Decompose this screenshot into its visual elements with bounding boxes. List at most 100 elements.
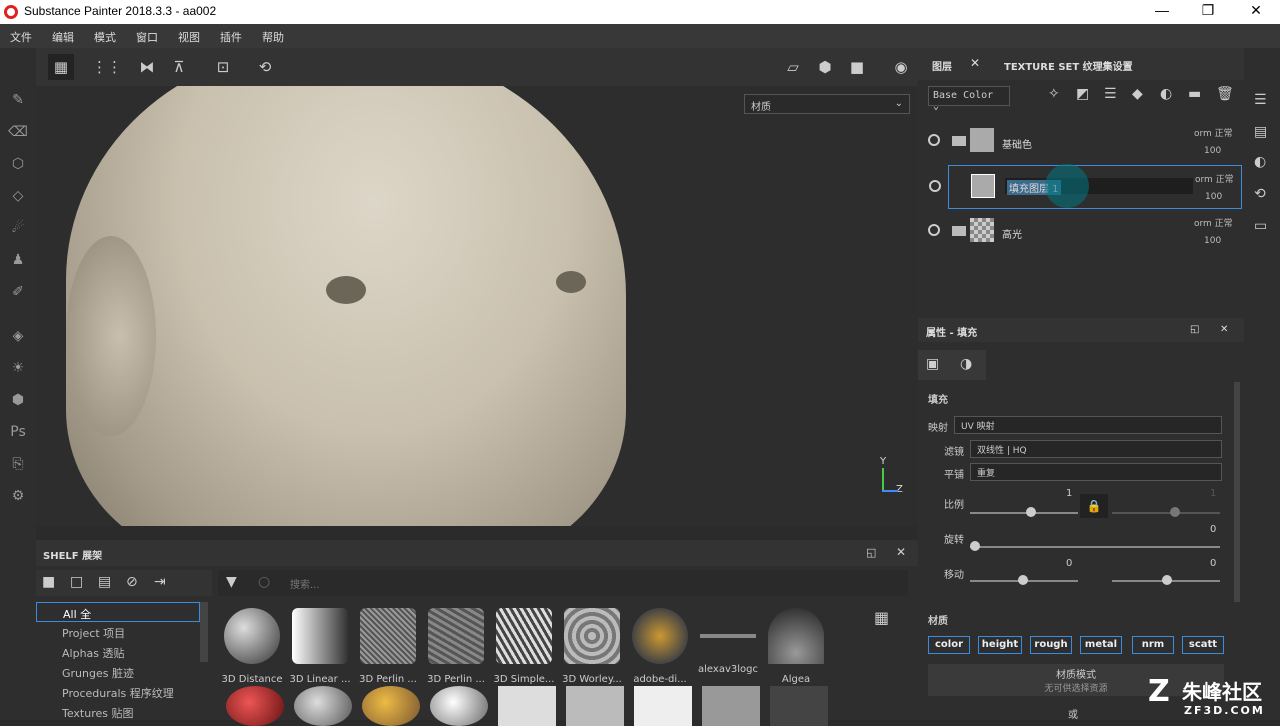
menu-file[interactable]: 文件 xyxy=(10,29,32,45)
channel-color-button[interactable]: color xyxy=(928,636,970,654)
2d-view-icon[interactable]: ▱ xyxy=(780,54,806,80)
shelf-item[interactable]: alexav3logc xyxy=(696,608,760,675)
channel-nrm-button[interactable]: nrm xyxy=(1132,636,1174,654)
mirror-x-icon[interactable]: ⧓ xyxy=(134,54,160,80)
polygon-fill-icon[interactable]: ◇ xyxy=(6,184,30,208)
shelf-item[interactable]: adobe-di... xyxy=(628,608,692,685)
shelf-item[interactable]: 3D Perlin ... xyxy=(424,608,488,685)
material-tab-icon[interactable]: ◑ xyxy=(960,356,972,372)
grid-view-icon[interactable]: ▦ xyxy=(874,608,889,627)
category-project[interactable]: Project 项目 xyxy=(36,622,200,642)
mirror-y-icon[interactable]: ⊼ xyxy=(166,54,192,80)
offset-y-slider-knob[interactable] xyxy=(1162,575,1172,585)
shelf-item[interactable] xyxy=(226,686,284,726)
channel-select[interactable]: Base Color ⌄ xyxy=(928,86,1010,112)
category-grunges[interactable]: Grunges 脏迹 xyxy=(36,662,200,682)
layer-opacity[interactable]: 100 xyxy=(1205,192,1222,202)
tiling-select[interactable]: 重复 xyxy=(970,463,1222,481)
channel-scatt-button[interactable]: scatt xyxy=(1182,636,1224,654)
channel-height-button[interactable]: height xyxy=(978,636,1022,654)
properties-close-icon[interactable]: ✕ xyxy=(1220,324,1228,335)
log-icon[interactable]: ▭ xyxy=(1254,218,1267,234)
shelf-item[interactable] xyxy=(770,686,828,726)
eraser-icon[interactable]: ⌫ xyxy=(6,120,30,144)
lock-icon[interactable]: 🔒 xyxy=(1080,494,1108,518)
menu-view[interactable]: 视图 xyxy=(178,29,200,45)
menu-edit[interactable]: 编辑 xyxy=(52,29,74,45)
layer-opacity[interactable]: 100 xyxy=(1204,236,1221,246)
maximize-button[interactable]: ❐ xyxy=(1188,2,1228,19)
category-procedurals[interactable]: Procedurals 程序纹理 xyxy=(36,682,200,702)
channel-metal-button[interactable]: metal xyxy=(1080,636,1122,654)
shelf-item[interactable] xyxy=(566,686,624,726)
search-input[interactable]: 搜索... xyxy=(290,576,320,591)
iray-icon[interactable]: ⬢ xyxy=(6,388,30,412)
scale-slider[interactable] xyxy=(970,512,1078,514)
delete-layer-icon[interactable]: 🗑 xyxy=(1216,86,1234,102)
color-picker-icon[interactable]: ✐ xyxy=(6,280,30,304)
tab-close-icon[interactable]: ✕ xyxy=(970,56,980,70)
save-icon[interactable]: ▤ xyxy=(98,574,111,590)
filter-select[interactable]: 双线性 | HQ xyxy=(970,440,1222,458)
scale-slider-2-knob[interactable] xyxy=(1170,507,1180,517)
shelf-item[interactable]: 3D Simple... xyxy=(492,608,556,685)
scale-slider-2[interactable] xyxy=(1112,512,1220,514)
menu-mode[interactable]: 模式 xyxy=(94,29,116,45)
refresh-icon[interactable]: ○ xyxy=(258,574,270,590)
shelf-item[interactable]: 3D Distance xyxy=(220,608,284,685)
layer-row-selected[interactable]: 填充图层 1 orm 正常 100 xyxy=(929,164,1242,209)
minimize-button[interactable]: — xyxy=(1142,2,1182,18)
channel-rough-button[interactable]: rough xyxy=(1030,636,1072,654)
category-textures[interactable]: Textures 贴图 xyxy=(36,702,200,722)
fill-tab-icon[interactable]: ▣ xyxy=(926,356,939,372)
settings-icon[interactable]: ⚙ xyxy=(6,484,30,508)
fit-view-icon[interactable]: ⊡ xyxy=(210,54,236,80)
float-icon[interactable]: ◱ xyxy=(866,546,876,559)
tab-texture-set[interactable]: TEXTURE SET 纹理集设置 xyxy=(1004,58,1133,73)
category-all[interactable]: All 全 xyxy=(36,602,200,622)
export-icon[interactable]: ⎘ xyxy=(6,452,30,476)
projection-select[interactable]: UV 映射 xyxy=(954,416,1222,434)
layer-opacity[interactable]: 100 xyxy=(1204,146,1221,156)
texture-set-icon[interactable]: ▤ xyxy=(1254,124,1267,140)
layer-blend[interactable]: orm 正常 xyxy=(1194,216,1233,229)
visibility-eye-icon[interactable] xyxy=(929,180,941,192)
material-mode-select[interactable]: 材质 ⌄ xyxy=(744,94,910,114)
symmetry-grid-icon[interactable]: ▦ xyxy=(48,54,74,80)
reset-view-icon[interactable]: ⟲ xyxy=(252,54,278,80)
shelf-item[interactable] xyxy=(634,686,692,726)
rotation-slider-knob[interactable] xyxy=(970,541,980,551)
shelf-item[interactable]: 3D Worley... xyxy=(560,608,624,685)
layers-panel-icon[interactable]: ☰ xyxy=(1254,92,1267,108)
layer-blend[interactable]: orm 正常 xyxy=(1194,126,1233,139)
menu-plugins[interactable]: 插件 xyxy=(220,29,242,45)
layer-row[interactable]: 高光 orm 正常 100 xyxy=(918,210,1244,254)
projection-icon[interactable]: ⬡ xyxy=(6,152,30,176)
hide-icon[interactable]: ⊘ xyxy=(126,574,138,590)
add-smart-mask-icon[interactable]: ◐ xyxy=(1160,86,1172,102)
shelf-item[interactable]: Algea xyxy=(764,608,828,685)
shelf-item[interactable] xyxy=(294,686,352,726)
properties-scrollbar[interactable] xyxy=(1234,382,1240,602)
shelf-item[interactable] xyxy=(430,686,488,726)
bake-icon[interactable]: ◈ xyxy=(6,324,30,348)
layer-row[interactable]: 基础色 orm 正常 100 xyxy=(918,120,1244,164)
close-button[interactable]: ✕ xyxy=(1236,2,1276,19)
add-folder-icon[interactable]: ▬ xyxy=(1188,86,1201,102)
category-alphas[interactable]: Alphas 透贴 xyxy=(36,642,200,662)
display-settings-icon[interactable]: ◐ xyxy=(1254,154,1266,170)
shelf-item[interactable]: 3D Linear ... xyxy=(288,608,352,685)
filter-icon[interactable]: ▼ xyxy=(226,574,237,590)
add-fill-layer-icon[interactable]: ◆ xyxy=(1132,86,1143,102)
shelf-item[interactable]: 3D Perlin ... xyxy=(356,608,420,685)
tab-layers[interactable]: 图层 xyxy=(932,58,952,73)
paint-brush-icon[interactable]: ✎ xyxy=(6,88,30,112)
grid-options-icon[interactable]: ⋮⋮ xyxy=(92,54,122,80)
visibility-eye-icon[interactable] xyxy=(928,224,940,236)
menu-help[interactable]: 帮助 xyxy=(262,29,284,45)
folder-icon[interactable]: ■ xyxy=(42,574,55,590)
shelf-item[interactable] xyxy=(702,686,760,726)
float-icon[interactable]: ◱ xyxy=(1190,324,1199,335)
shelf-close-icon[interactable]: ✕ xyxy=(896,545,906,559)
screenshot-icon[interactable]: ◉ xyxy=(888,54,914,80)
